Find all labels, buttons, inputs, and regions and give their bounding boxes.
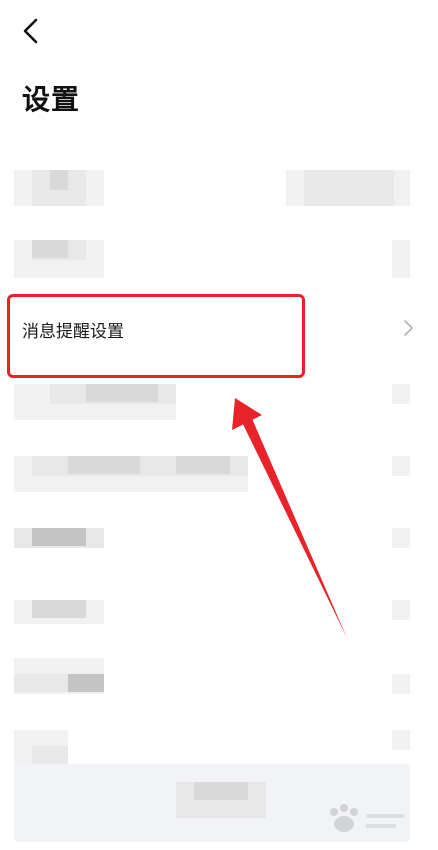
back-button[interactable]: [14, 14, 50, 50]
list-item-blurred-3[interactable]: [0, 378, 438, 450]
message-alert-settings-label: 消息提醒设置: [22, 322, 124, 342]
list-item-blurred-4[interactable]: [0, 450, 438, 522]
list-item-blurred-5[interactable]: [0, 522, 438, 594]
chevron-right-icon: [402, 318, 416, 338]
chevron-left-icon: [23, 18, 38, 44]
bottom-action-button[interactable]: [14, 764, 410, 842]
page-title: 设置: [22, 83, 81, 116]
list-item-blurred-7[interactable]: [0, 654, 438, 726]
list-item-blurred-1[interactable]: [0, 162, 438, 234]
